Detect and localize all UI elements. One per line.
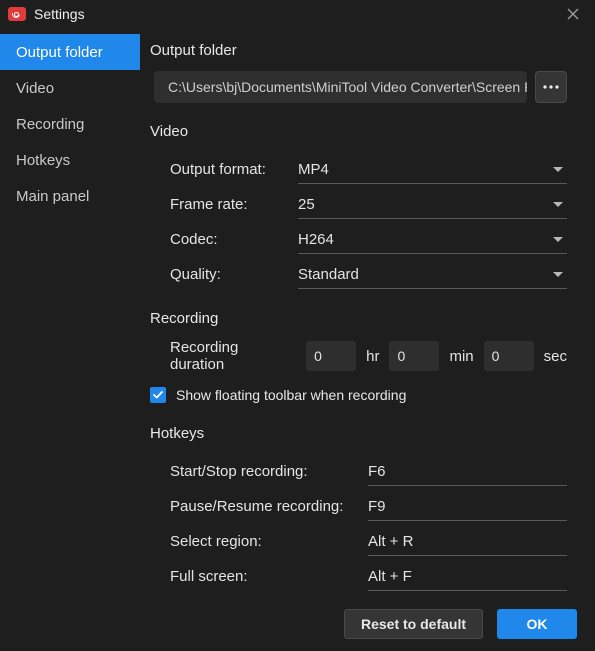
- output-folder-row: C:\Users\bj\Documents\MiniTool Video Con…: [154, 71, 567, 103]
- select-value: Standard: [298, 266, 359, 283]
- section-title-video: Video: [150, 123, 567, 140]
- input-duration-min[interactable]: [389, 341, 439, 371]
- hotkey-fullscreen[interactable]: Alt + F: [368, 563, 567, 591]
- hotkeys-rows: Start/Stop recording: F6 Pause/Resume re…: [150, 454, 567, 594]
- settings-window: Settings Output folder Video Recording H…: [0, 0, 595, 651]
- label-hotkey-fullscreen: Full screen:: [170, 568, 368, 585]
- titlebar: Settings: [0, 0, 595, 28]
- row-hotkey-pause: Pause/Resume recording: F9: [170, 489, 567, 524]
- row-frame-rate: Frame rate: 25: [170, 187, 567, 222]
- select-value: H264: [298, 231, 334, 248]
- row-output-format: Output format: MP4: [170, 152, 567, 187]
- hotkey-region[interactable]: Alt + R: [368, 528, 567, 556]
- chevron-down-icon: [553, 237, 563, 242]
- close-icon: [567, 8, 579, 20]
- label-quality: Quality:: [170, 266, 298, 283]
- ok-button[interactable]: OK: [497, 609, 577, 639]
- input-duration-hr[interactable]: [306, 341, 356, 371]
- reset-button[interactable]: Reset to default: [344, 609, 483, 639]
- input-duration-sec[interactable]: [484, 341, 534, 371]
- more-icon: [543, 85, 559, 89]
- sidebar-item-label: Recording: [16, 116, 84, 133]
- label-recording-duration: Recording duration: [170, 339, 292, 373]
- select-codec[interactable]: H264: [298, 226, 567, 254]
- row-codec: Codec: H264: [170, 222, 567, 257]
- sidebar-item-video[interactable]: Video: [0, 70, 140, 106]
- hotkey-pause[interactable]: F9: [368, 493, 567, 521]
- app-icon: [8, 7, 26, 21]
- sidebar-item-label: Output folder: [16, 44, 103, 61]
- chevron-down-icon: [553, 202, 563, 207]
- body: Output folder Video Recording Hotkeys Ma…: [0, 28, 595, 596]
- label-hotkey-pause: Pause/Resume recording:: [170, 498, 368, 515]
- chevron-down-icon: [553, 272, 563, 277]
- row-hotkey-startstop: Start/Stop recording: F6: [170, 454, 567, 489]
- label-codec: Codec:: [170, 231, 298, 248]
- browse-button[interactable]: [535, 71, 567, 103]
- close-button[interactable]: [559, 0, 587, 28]
- chevron-down-icon: [553, 167, 563, 172]
- select-value: 25: [298, 196, 315, 213]
- section-title-output-folder: Output folder: [150, 42, 567, 59]
- section-title-recording: Recording: [150, 310, 567, 327]
- output-folder-path[interactable]: C:\Users\bj\Documents\MiniTool Video Con…: [154, 71, 527, 103]
- sidebar-item-output-folder[interactable]: Output folder: [0, 34, 140, 70]
- checkbox-floating-toolbar[interactable]: [150, 387, 166, 403]
- row-recording-duration: Recording duration hr min sec: [150, 339, 567, 373]
- row-hotkey-fullscreen: Full screen: Alt + F: [170, 559, 567, 594]
- sidebar: Output folder Video Recording Hotkeys Ma…: [0, 28, 140, 596]
- select-value: MP4: [298, 161, 329, 178]
- label-hotkey-region: Select region:: [170, 533, 368, 550]
- row-quality: Quality: Standard: [170, 257, 567, 292]
- sidebar-item-label: Main panel: [16, 188, 89, 205]
- footer: Reset to default OK: [0, 596, 595, 651]
- label-frame-rate: Frame rate:: [170, 196, 298, 213]
- select-quality[interactable]: Standard: [298, 261, 567, 289]
- row-hotkey-region: Select region: Alt + R: [170, 524, 567, 559]
- sidebar-item-recording[interactable]: Recording: [0, 106, 140, 142]
- label-output-format: Output format:: [170, 161, 298, 178]
- hotkey-startstop[interactable]: F6: [368, 458, 567, 486]
- label-floating-toolbar: Show floating toolbar when recording: [176, 387, 406, 403]
- video-rows: Output format: MP4 Frame rate: 25 Codec:: [150, 152, 567, 292]
- row-floating-toolbar: Show floating toolbar when recording: [150, 387, 567, 403]
- window-title: Settings: [34, 6, 85, 22]
- main-panel-area: Output folder C:\Users\bj\Documents\Mini…: [140, 28, 595, 596]
- unit-min: min: [449, 348, 473, 365]
- section-title-hotkeys: Hotkeys: [150, 425, 567, 442]
- select-output-format[interactable]: MP4: [298, 156, 567, 184]
- check-icon: [153, 391, 163, 399]
- unit-hr: hr: [366, 348, 379, 365]
- sidebar-item-hotkeys[interactable]: Hotkeys: [0, 142, 140, 178]
- label-hotkey-startstop: Start/Stop recording:: [170, 463, 368, 480]
- sidebar-item-main-panel[interactable]: Main panel: [0, 178, 140, 214]
- unit-sec: sec: [544, 348, 567, 365]
- sidebar-item-label: Hotkeys: [16, 152, 70, 169]
- select-frame-rate[interactable]: 25: [298, 191, 567, 219]
- sidebar-item-label: Video: [16, 80, 54, 97]
